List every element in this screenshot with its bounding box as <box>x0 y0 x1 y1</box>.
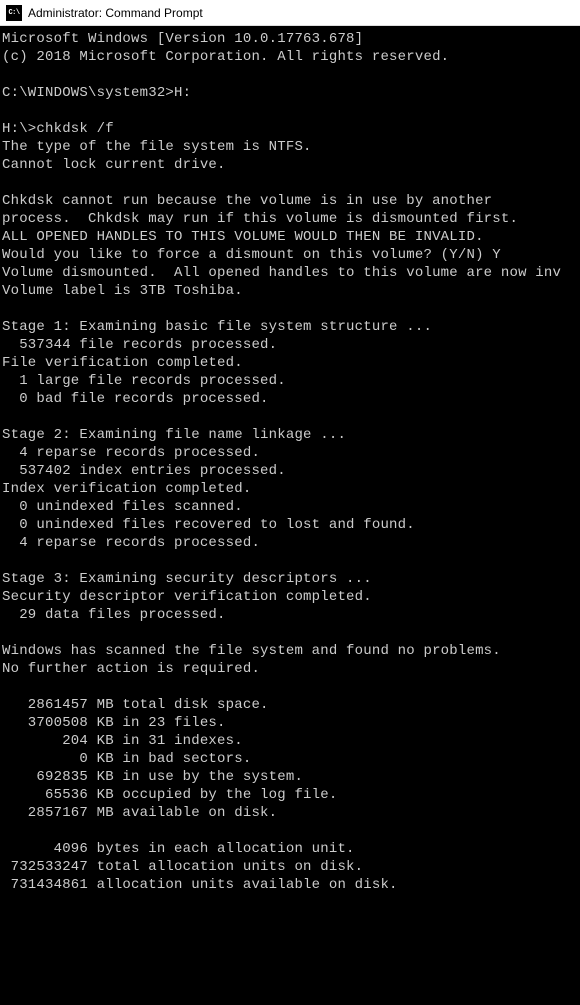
terminal-line: Chkdsk cannot run because the volume is … <box>2 192 580 210</box>
terminal-line: 0 unindexed files scanned. <box>2 498 580 516</box>
terminal-line: Stage 3: Examining security descriptors … <box>2 570 580 588</box>
terminal-line: 3700508 KB in 23 files. <box>2 714 580 732</box>
window-titlebar[interactable]: C:\ Administrator: Command Prompt <box>0 0 580 26</box>
terminal-line: 204 KB in 31 indexes. <box>2 732 580 750</box>
terminal-line <box>2 102 580 120</box>
terminal-line: Volume dismounted. All opened handles to… <box>2 264 580 282</box>
terminal-line: 4096 bytes in each allocation unit. <box>2 840 580 858</box>
terminal-line: 732533247 total allocation units on disk… <box>2 858 580 876</box>
terminal-line: 0 unindexed files recovered to lost and … <box>2 516 580 534</box>
terminal-line: 1 large file records processed. <box>2 372 580 390</box>
cmd-icon-text: C:\ <box>8 9 19 17</box>
terminal-line <box>2 408 580 426</box>
terminal-line: The type of the file system is NTFS. <box>2 138 580 156</box>
terminal-line: Stage 1: Examining basic file system str… <box>2 318 580 336</box>
terminal-line: Security descriptor verification complet… <box>2 588 580 606</box>
terminal-line <box>2 174 580 192</box>
terminal-line: Index verification completed. <box>2 480 580 498</box>
terminal-line: Windows has scanned the file system and … <box>2 642 580 660</box>
window-title: Administrator: Command Prompt <box>28 6 203 20</box>
terminal-line: Would you like to force a dismount on th… <box>2 246 580 264</box>
terminal-line <box>2 678 580 696</box>
terminal-line: Volume label is 3TB Toshiba. <box>2 282 580 300</box>
terminal-line: 29 data files processed. <box>2 606 580 624</box>
cmd-icon: C:\ <box>6 5 22 21</box>
terminal-line: Microsoft Windows [Version 10.0.17763.67… <box>2 30 580 48</box>
terminal-line: 0 bad file records processed. <box>2 390 580 408</box>
terminal-line <box>2 552 580 570</box>
terminal-line: 4 reparse records processed. <box>2 534 580 552</box>
terminal-line: process. Chkdsk may run if this volume i… <box>2 210 580 228</box>
terminal-line <box>2 66 580 84</box>
terminal-line: C:\WINDOWS\system32>H: <box>2 84 580 102</box>
terminal-line: 537402 index entries processed. <box>2 462 580 480</box>
terminal-line: File verification completed. <box>2 354 580 372</box>
terminal-line: 4 reparse records processed. <box>2 444 580 462</box>
terminal-line: 731434861 allocation units available on … <box>2 876 580 894</box>
terminal-output[interactable]: Microsoft Windows [Version 10.0.17763.67… <box>0 26 580 898</box>
terminal-line: H:\>chkdsk /f <box>2 120 580 138</box>
terminal-line: 2857167 MB available on disk. <box>2 804 580 822</box>
terminal-line: ALL OPENED HANDLES TO THIS VOLUME WOULD … <box>2 228 580 246</box>
terminal-line: 0 KB in bad sectors. <box>2 750 580 768</box>
terminal-line <box>2 822 580 840</box>
terminal-line: No further action is required. <box>2 660 580 678</box>
terminal-line: Stage 2: Examining file name linkage ... <box>2 426 580 444</box>
terminal-line: 2861457 MB total disk space. <box>2 696 580 714</box>
terminal-line: 537344 file records processed. <box>2 336 580 354</box>
terminal-line: Cannot lock current drive. <box>2 156 580 174</box>
terminal-line <box>2 624 580 642</box>
terminal-line: 65536 KB occupied by the log file. <box>2 786 580 804</box>
terminal-line <box>2 300 580 318</box>
terminal-line: (c) 2018 Microsoft Corporation. All righ… <box>2 48 580 66</box>
terminal-line: 692835 KB in use by the system. <box>2 768 580 786</box>
